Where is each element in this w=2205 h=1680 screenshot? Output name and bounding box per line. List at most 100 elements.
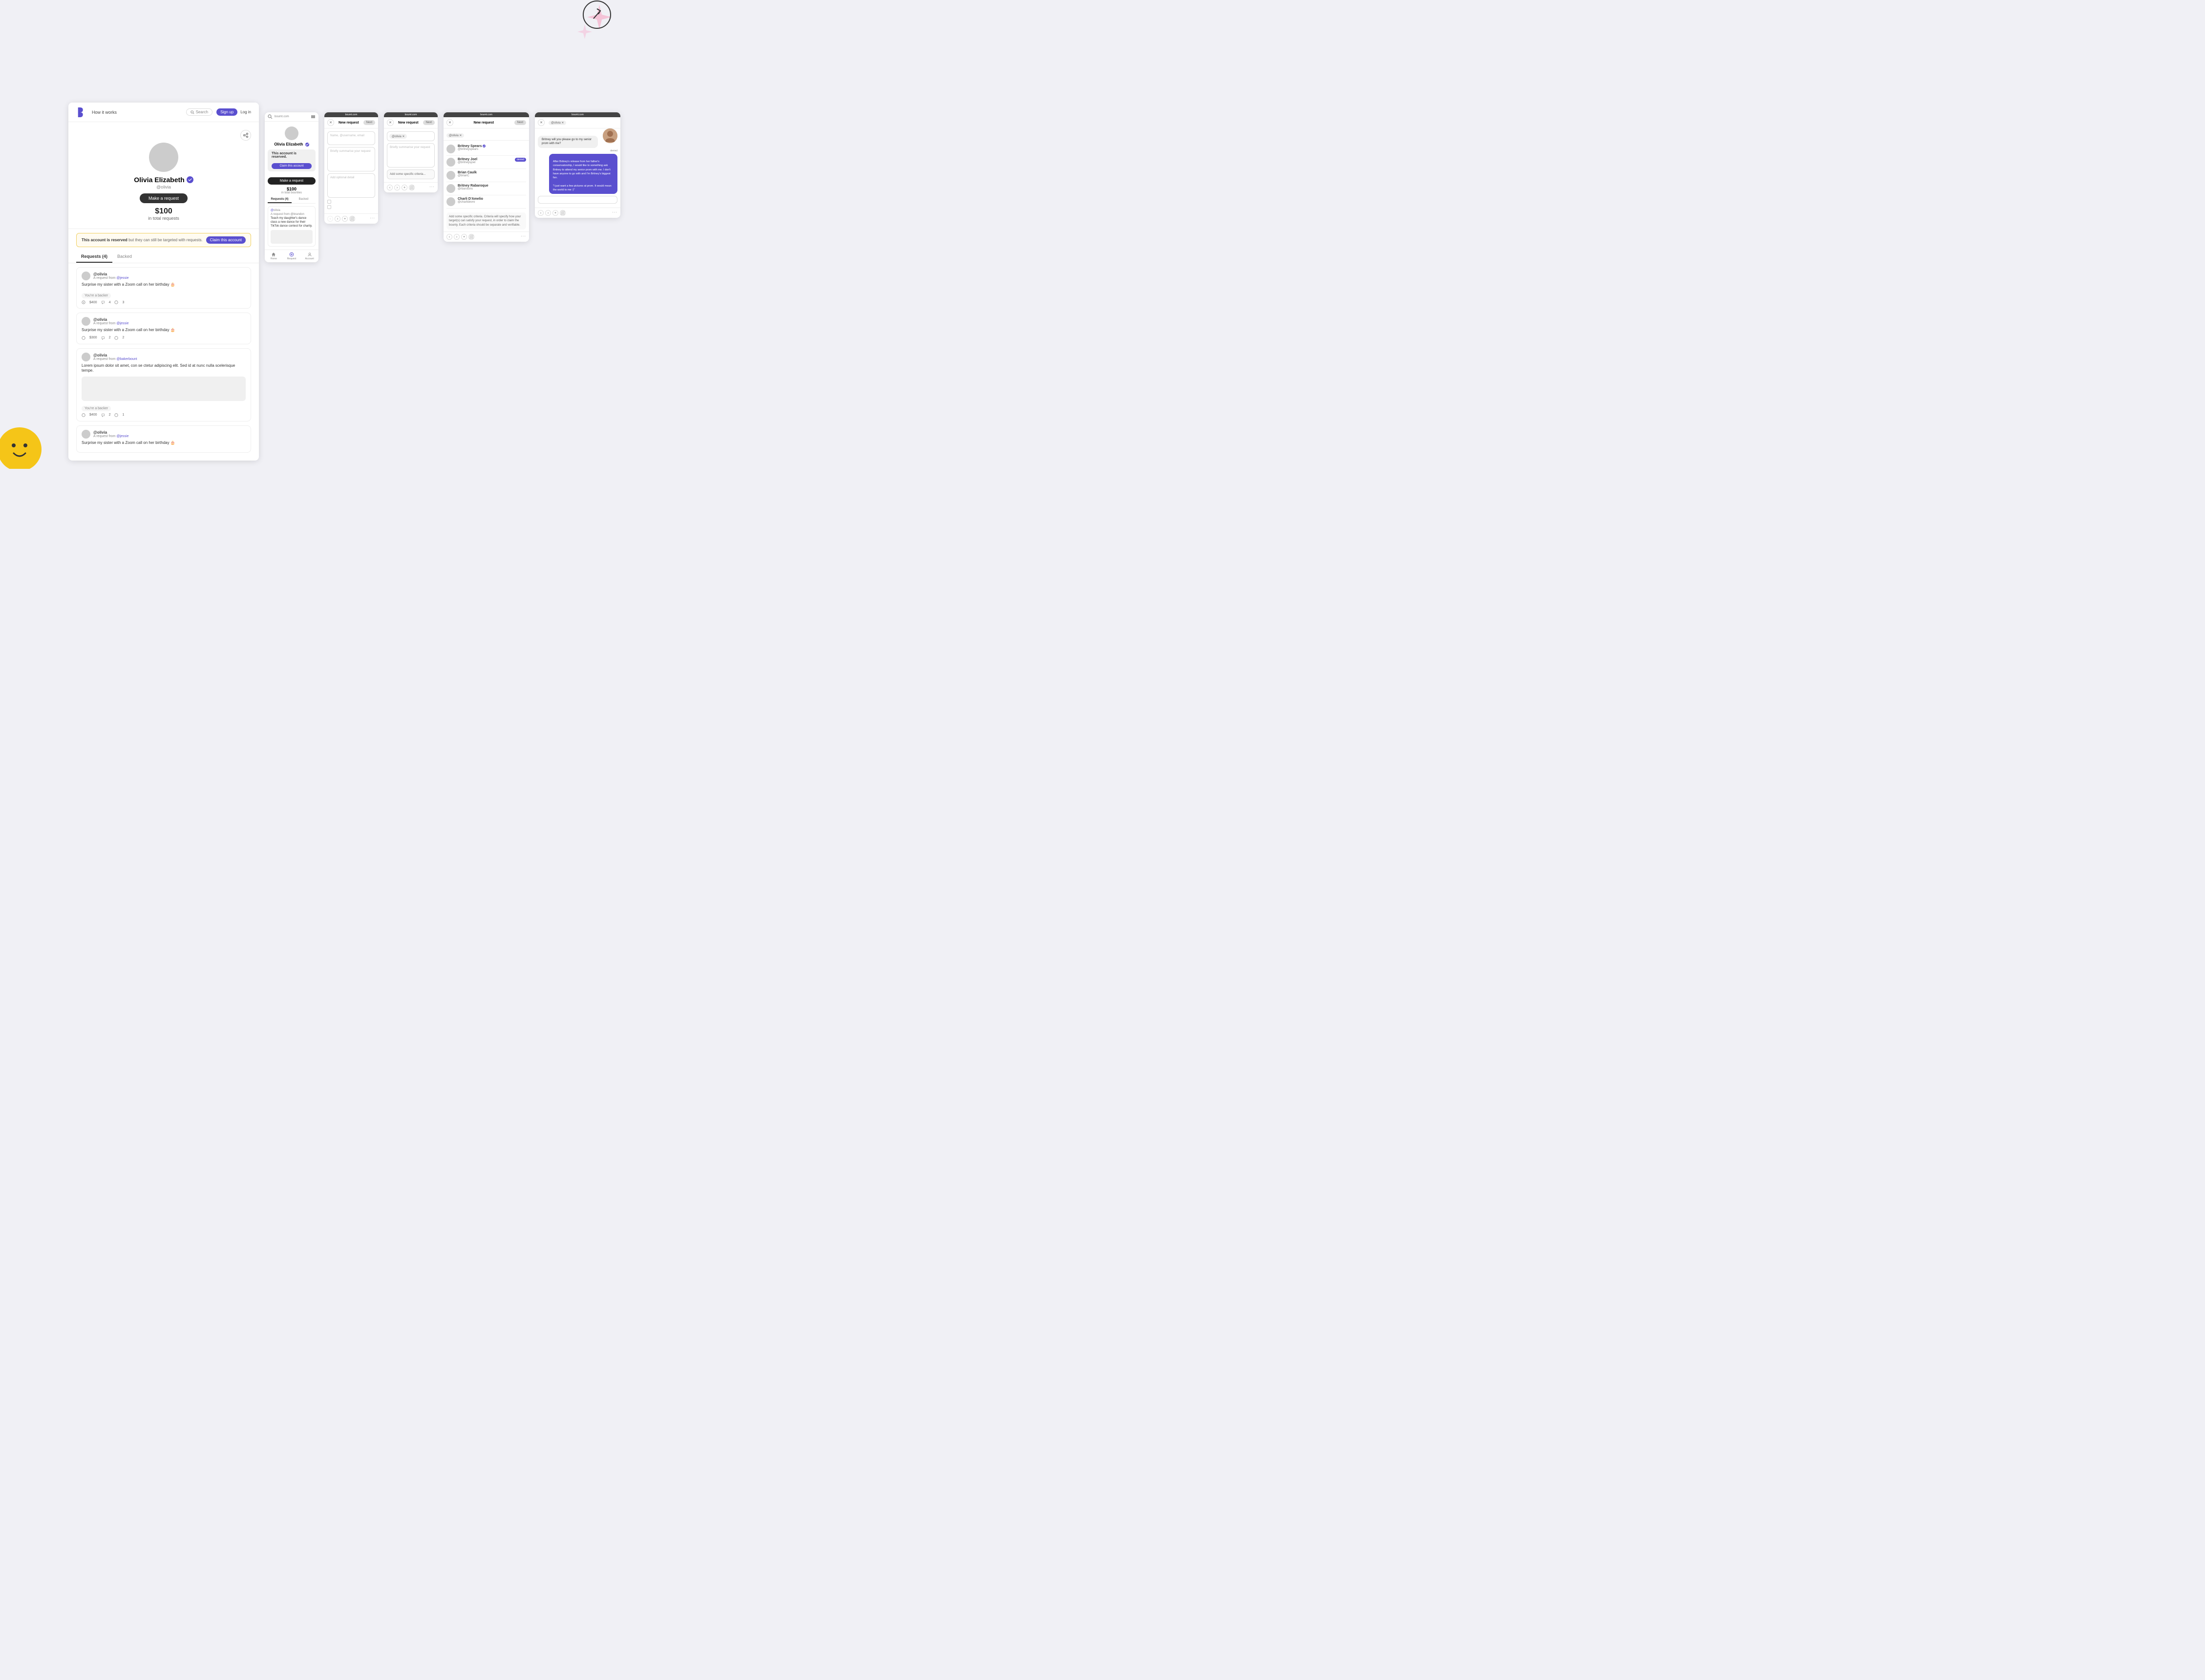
chat-item[interactable]: Brian Caulk @brianC: [446, 169, 526, 182]
claim-account-button-mobile[interactable]: Claim this account: [272, 163, 312, 169]
mobile-avatar: [285, 126, 298, 140]
requester-avatar: [82, 317, 90, 326]
nav-forward-button-2[interactable]: ›: [394, 185, 400, 190]
req-from: A request from @jessie: [93, 435, 128, 438]
more-button-4[interactable]: ···: [612, 210, 617, 216]
login-button[interactable]: Log in: [240, 110, 251, 114]
criteria-box: Add some specific criteria. Criteria wil…: [446, 212, 526, 230]
screen-mobile-profile: boumt.com boumt.com Olivia Elizabeth: [265, 112, 318, 262]
screen4-url: boumt.com: [384, 112, 438, 117]
nav-account[interactable]: Account: [300, 252, 318, 260]
requester-username: @olivia: [93, 272, 128, 276]
new-request-form-2: @olivia ✕ Briefly summarise your request…: [384, 128, 438, 182]
make-request-button-mobile[interactable]: Make a request: [268, 177, 316, 185]
signup-button[interactable]: Sign up: [216, 108, 237, 116]
name-field[interactable]: Name, @username, email: [327, 131, 375, 145]
req-footer: $ $400 4 3: [82, 300, 246, 304]
next-button-3[interactable]: Next: [514, 120, 526, 125]
menu-icon[interactable]: [311, 114, 316, 119]
profile-tabs: Requests (4) Backed: [68, 251, 259, 263]
more-button-2[interactable]: ···: [429, 185, 435, 190]
chat-input[interactable]: [538, 196, 617, 204]
request-card: @olivia A request from @jessie Surprise …: [76, 313, 251, 344]
more-button-3[interactable]: ···: [521, 234, 526, 240]
requester-avatar: [82, 353, 90, 361]
chat-item[interactable]: Charli D'Amelio @charlidevre: [446, 195, 526, 209]
browser-nav-bar: ‹ › + ⬜ ···: [324, 213, 378, 224]
req-from: A request from @jessie: [93, 322, 128, 325]
nav-square-button[interactable]: ⬜: [349, 216, 355, 222]
nav-add-button-3[interactable]: +: [461, 234, 467, 240]
tab-backed-mobile[interactable]: Backed: [292, 196, 316, 203]
tab-requests-mobile[interactable]: Requests (4): [268, 196, 292, 203]
nav-home[interactable]: Home: [265, 252, 283, 260]
next-button[interactable]: Next: [363, 120, 375, 125]
mobile-content: Olivia Elizabeth This account is reserve…: [265, 122, 318, 250]
requester-avatar: [82, 272, 90, 280]
screen3-url: boumt.com: [324, 112, 378, 117]
checkbox-2[interactable]: [327, 205, 331, 209]
screen-chat-conversation: boumt.com ✕ @olivia ✕ Britney will you p…: [535, 112, 620, 218]
nav-add-button-4[interactable]: +: [552, 210, 558, 216]
summary-field[interactable]: Briefly summarise your request: [327, 147, 375, 171]
req-text: Lorem ipsum dolor sit amet, con se ctetu…: [82, 363, 246, 374]
nav-back-button[interactable]: ‹: [327, 216, 333, 222]
requester-avatar: [82, 430, 90, 439]
claim-account-button[interactable]: Claim this account: [206, 236, 246, 244]
req-text: Surprise my sister with a Zoom call on h…: [82, 441, 246, 445]
how-it-works-link[interactable]: How it works: [92, 110, 117, 115]
req-from: A request from @jessie: [93, 276, 128, 280]
screen6-url: boumt.com: [535, 112, 620, 117]
checkbox-1[interactable]: [327, 200, 331, 204]
reserved-banner: This account is reserved. Claim this acc…: [268, 149, 316, 171]
chat-avatar: [446, 197, 455, 206]
chat-avatar: [446, 145, 455, 153]
request-card: @olivia A request from @bakerbount Lorem…: [76, 348, 251, 421]
detail-field[interactable]: Add optional detail: [327, 173, 375, 198]
nav-add-button[interactable]: +: [342, 216, 348, 222]
nav-forward-button[interactable]: ›: [335, 216, 340, 222]
req-text: Surprise my sister with a Zoom call on h…: [82, 282, 246, 287]
new-req-header-3: ✕ New request Next: [444, 117, 529, 128]
summary-field-2[interactable]: Briefly summarise your request: [387, 143, 435, 168]
nav-back-button-2[interactable]: ‹: [387, 185, 393, 190]
tab-requests[interactable]: Requests (4): [76, 251, 112, 263]
mobile-bottom-nav: Home Request Account: [265, 250, 318, 262]
criteria-field[interactable]: Add some specific criteria...: [387, 169, 435, 179]
nav-square-button-2[interactable]: ⬜: [409, 185, 415, 190]
make-request-button[interactable]: Make a request: [140, 193, 188, 203]
username-pills[interactable]: @olivia ✕: [387, 131, 435, 141]
checkbox-row-1: [327, 200, 375, 204]
close-button-2[interactable]: ✕: [387, 119, 394, 126]
nav-request[interactable]: Request: [283, 252, 301, 260]
close-button-4[interactable]: ✕: [538, 119, 545, 126]
screen-profile-desktop: How it works Search Sign up Log in: [68, 103, 259, 461]
nav-square-button-3[interactable]: ⬜: [468, 234, 474, 240]
chat-item[interactable]: Britney Joel @britneysjoel denied: [446, 156, 526, 169]
username-pill-2[interactable]: @olivia ✕: [446, 133, 464, 138]
request-card: @olivia A request from @jessie Surprise …: [76, 425, 251, 453]
close-button[interactable]: ✕: [327, 119, 334, 126]
more-button[interactable]: ···: [370, 216, 375, 222]
chat-avatar-large: [603, 128, 617, 143]
nav-back-button-3[interactable]: ‹: [446, 234, 452, 240]
username-pill[interactable]: @olivia ✕: [389, 134, 407, 139]
backer-label: You're a backer: [82, 293, 111, 298]
next-button-2[interactable]: Next: [423, 120, 435, 125]
chat-item[interactable]: Britney Spears @britneyspears: [446, 143, 526, 156]
close-button-3[interactable]: ✕: [446, 119, 453, 126]
nav-forward-button-3[interactable]: ›: [454, 234, 460, 240]
nav-add-button-2[interactable]: +: [402, 185, 407, 190]
chat-item[interactable]: Britney Rabaroque @rbarstons: [446, 182, 526, 195]
nav-square-button-4[interactable]: ⬜: [560, 210, 566, 216]
req-image: [82, 377, 246, 401]
requester-username: @olivia: [93, 430, 128, 435]
logo-icon: [76, 107, 84, 117]
share-button[interactable]: [240, 130, 251, 141]
search-bar[interactable]: Search: [186, 108, 212, 116]
svg-text:$: $: [83, 301, 85, 304]
tab-backed[interactable]: Backed: [112, 251, 137, 263]
chat-from-pill[interactable]: @olivia ✕: [549, 121, 566, 125]
nav-back-button-4[interactable]: ‹: [538, 210, 544, 216]
nav-forward-button-4[interactable]: ›: [545, 210, 551, 216]
